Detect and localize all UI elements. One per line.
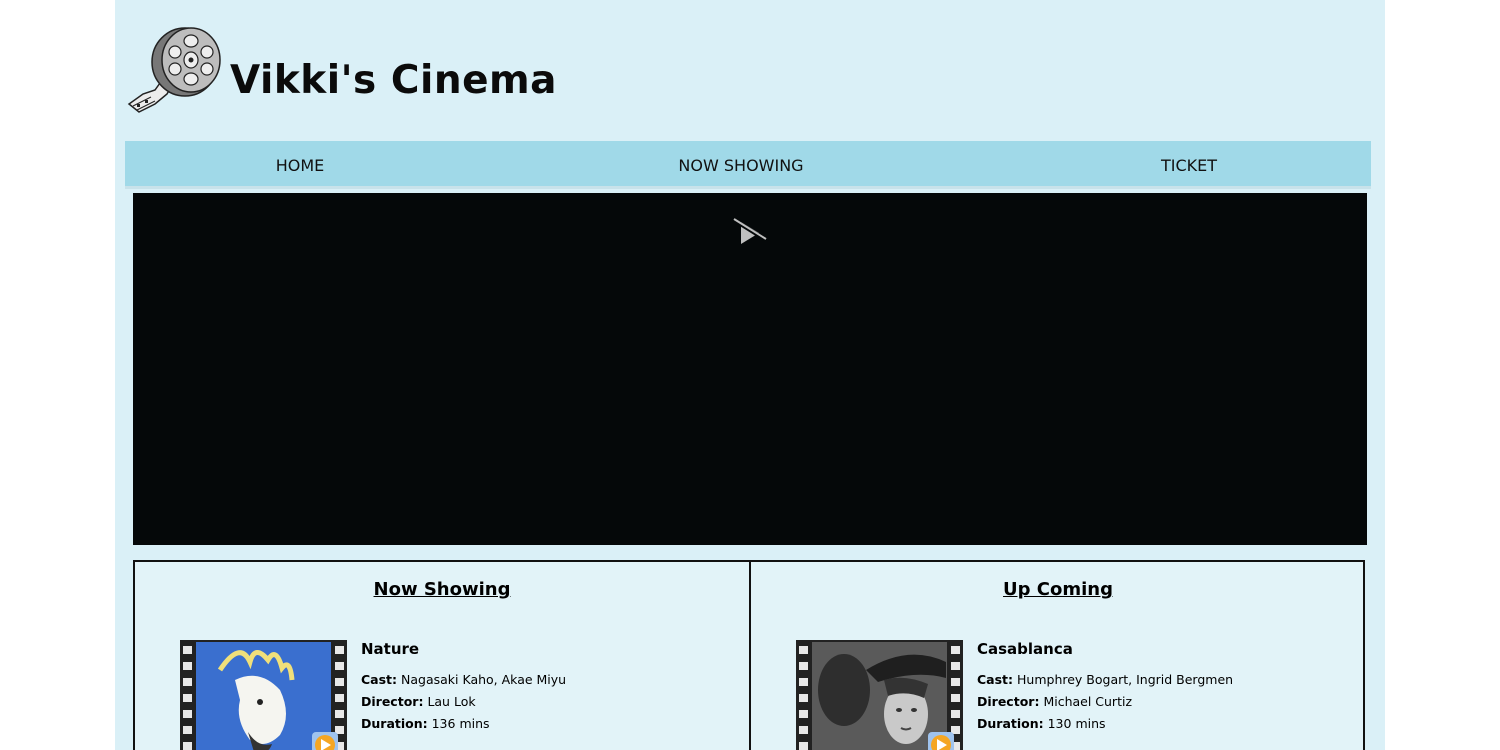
casablanca-director: Director: Michael Curtiz: [977, 694, 1233, 709]
nav-home[interactable]: HOME: [276, 141, 325, 186]
director-label: Director:: [361, 694, 424, 709]
duration-label: Duration:: [361, 716, 428, 731]
cast-label: Cast:: [361, 672, 398, 687]
duration-label: Duration:: [977, 716, 1044, 731]
nature-duration: Duration: 136 mins: [361, 716, 566, 731]
duration-value: 130 mins: [1047, 716, 1106, 731]
casablanca-title[interactable]: Casablanca: [977, 640, 1233, 658]
main-nav: HOME NOW SHOWING TICKET: [125, 141, 1371, 189]
page-container: Vikki's Cinema HOME NOW SHOWING TICKET N…: [115, 0, 1385, 750]
film-reel-logo-icon[interactable]: [125, 20, 221, 118]
nature-poster[interactable]: [180, 640, 347, 750]
nav-now-showing[interactable]: NOW SHOWING: [678, 141, 803, 186]
nature-director: Director: Lau Lok: [361, 694, 566, 709]
header: Vikki's Cinema: [115, 0, 1385, 140]
video-player[interactable]: [133, 193, 1367, 545]
director-value: Lau Lok: [427, 694, 476, 709]
play-disabled-icon[interactable]: [731, 216, 769, 248]
director-value: Michael Curtiz: [1043, 694, 1133, 709]
nature-poster-image: [180, 640, 347, 750]
duration-value: 136 mins: [431, 716, 490, 731]
cast-label: Cast:: [977, 672, 1014, 687]
casablanca-poster-image: [796, 640, 963, 750]
up-coming-column: Up Coming Casablanca Cast: Humphrey Boga…: [749, 562, 1365, 750]
now-showing-heading[interactable]: Now Showing: [135, 579, 749, 600]
nature-info: Nature Cast: Nagasaki Kaho, Akae Miyu Di…: [361, 640, 566, 738]
cast-value: Humphrey Bogart, Ingrid Bergmen: [1017, 672, 1234, 687]
director-label: Director:: [977, 694, 1040, 709]
nature-cast: Cast: Nagasaki Kaho, Akae Miyu: [361, 672, 566, 687]
cast-value: Nagasaki Kaho, Akae Miyu: [401, 672, 567, 687]
now-showing-column: Now Showing Nature Cast: Nagasaki Kaho, …: [135, 562, 749, 750]
up-coming-heading[interactable]: Up Coming: [751, 579, 1365, 600]
casablanca-poster[interactable]: [796, 640, 963, 750]
casablanca-duration: Duration: 130 mins: [977, 716, 1233, 731]
casablanca-info: Casablanca Cast: Humphrey Bogart, Ingrid…: [977, 640, 1233, 738]
site-title: Vikki's Cinema: [230, 58, 557, 103]
nav-ticket[interactable]: TICKET: [1161, 141, 1217, 186]
nature-title[interactable]: Nature: [361, 640, 566, 658]
casablanca-cast: Cast: Humphrey Bogart, Ingrid Bergmen: [977, 672, 1233, 687]
movies-panel: Now Showing Nature Cast: Nagasaki Kaho, …: [133, 560, 1365, 750]
